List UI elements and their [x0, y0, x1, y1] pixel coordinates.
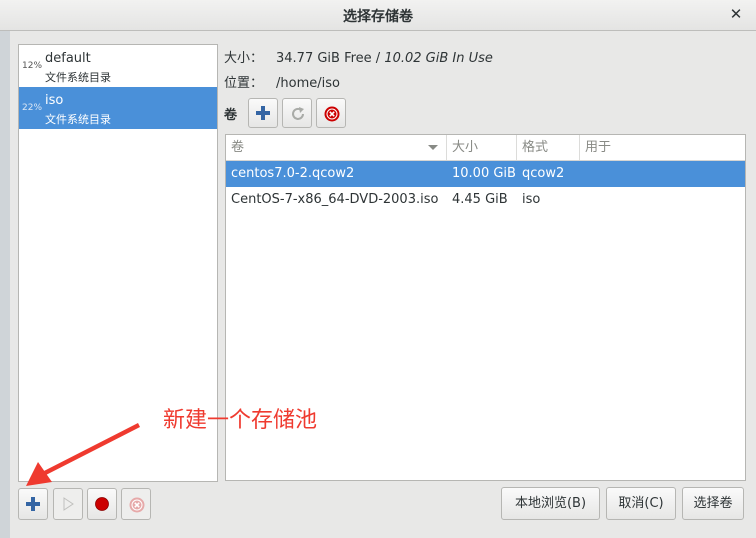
volume-size: 4.45 GiB [452, 192, 508, 207]
pool-name: iso [45, 93, 64, 108]
delete-icon [324, 106, 340, 122]
table-row[interactable]: centos7.0-2.qcow2 10.00 GiB qcow2 [226, 161, 745, 187]
pool-location-row: 位置： /home/iso [224, 72, 340, 91]
pool-type: 文件系统目录 [45, 113, 111, 126]
delete-icon [129, 497, 145, 513]
browse-local-button[interactable]: 本地浏览(B) [501, 487, 600, 520]
volume-used-by [580, 187, 743, 213]
size-label: 大小： [224, 51, 264, 66]
volume-name: centos7.0-2.qcow2 [231, 166, 355, 181]
volume-size: 10.00 GiB [452, 166, 516, 181]
pool-item-default[interactable]: 12% default 文件系统目录 [19, 45, 217, 87]
window-title: 选择存储卷 [343, 9, 413, 25]
column-header-used-by[interactable]: 用于 [580, 135, 743, 160]
delete-volume-button[interactable] [316, 98, 346, 128]
column-header-format[interactable]: 格式 [517, 135, 580, 160]
delete-pool-button[interactable] [121, 488, 151, 520]
choose-volume-button[interactable]: 选择卷 [682, 487, 744, 520]
play-icon [63, 497, 74, 511]
pool-item-iso[interactable]: 22% iso 文件系统目录 [19, 87, 217, 129]
location-label: 位置： [224, 76, 264, 91]
size-separator: / [371, 51, 385, 66]
cancel-button[interactable]: 取消(C) [606, 487, 676, 520]
volume-used-by [580, 161, 743, 187]
volume-name: CentOS-7-x86_64-DVD-2003.iso [231, 192, 439, 207]
volume-format: qcow2 [522, 166, 565, 181]
size-free: 34.77 GiB Free [276, 51, 372, 66]
column-header-size[interactable]: 大小 [447, 135, 517, 160]
pool-usage-percent: 22% [22, 103, 43, 113]
add-volume-button[interactable] [248, 98, 278, 128]
volumes-label: 卷 [224, 108, 238, 123]
pool-name: default [45, 51, 91, 66]
column-label: 卷 [231, 140, 245, 155]
location-value: /home/iso [276, 76, 340, 91]
add-pool-button[interactable] [18, 488, 48, 520]
annotation-arrow [26, 423, 140, 486]
stop-pool-button[interactable] [87, 488, 117, 520]
pool-size-row: 大小： 34.77 GiB Free / 10.02 GiB In Use [224, 47, 493, 66]
volume-format: iso [522, 192, 541, 207]
background-window-edge [0, 31, 10, 538]
start-pool-button[interactable] [53, 488, 83, 520]
pool-usage-percent: 12% [22, 61, 43, 71]
refresh-volumes-button[interactable] [282, 98, 312, 128]
table-header: 卷 大小 格式 用于 [226, 135, 745, 161]
record-icon [95, 497, 109, 511]
column-header-volume[interactable]: 卷 [226, 135, 447, 160]
refresh-icon [292, 107, 304, 120]
pool-type: 文件系统目录 [45, 71, 111, 84]
plus-icon [256, 106, 270, 120]
plus-icon [26, 497, 40, 511]
annotation-text: 新建一个存储池 [163, 408, 318, 433]
close-button[interactable]: ✕ [726, 4, 746, 24]
title-bar: 选择存储卷 ✕ [0, 0, 756, 31]
sort-descending-icon [428, 145, 438, 150]
size-used: 10.02 GiB In Use [384, 51, 493, 66]
table-row[interactable]: CentOS-7-x86_64-DVD-2003.iso 4.45 GiB is… [226, 187, 745, 213]
